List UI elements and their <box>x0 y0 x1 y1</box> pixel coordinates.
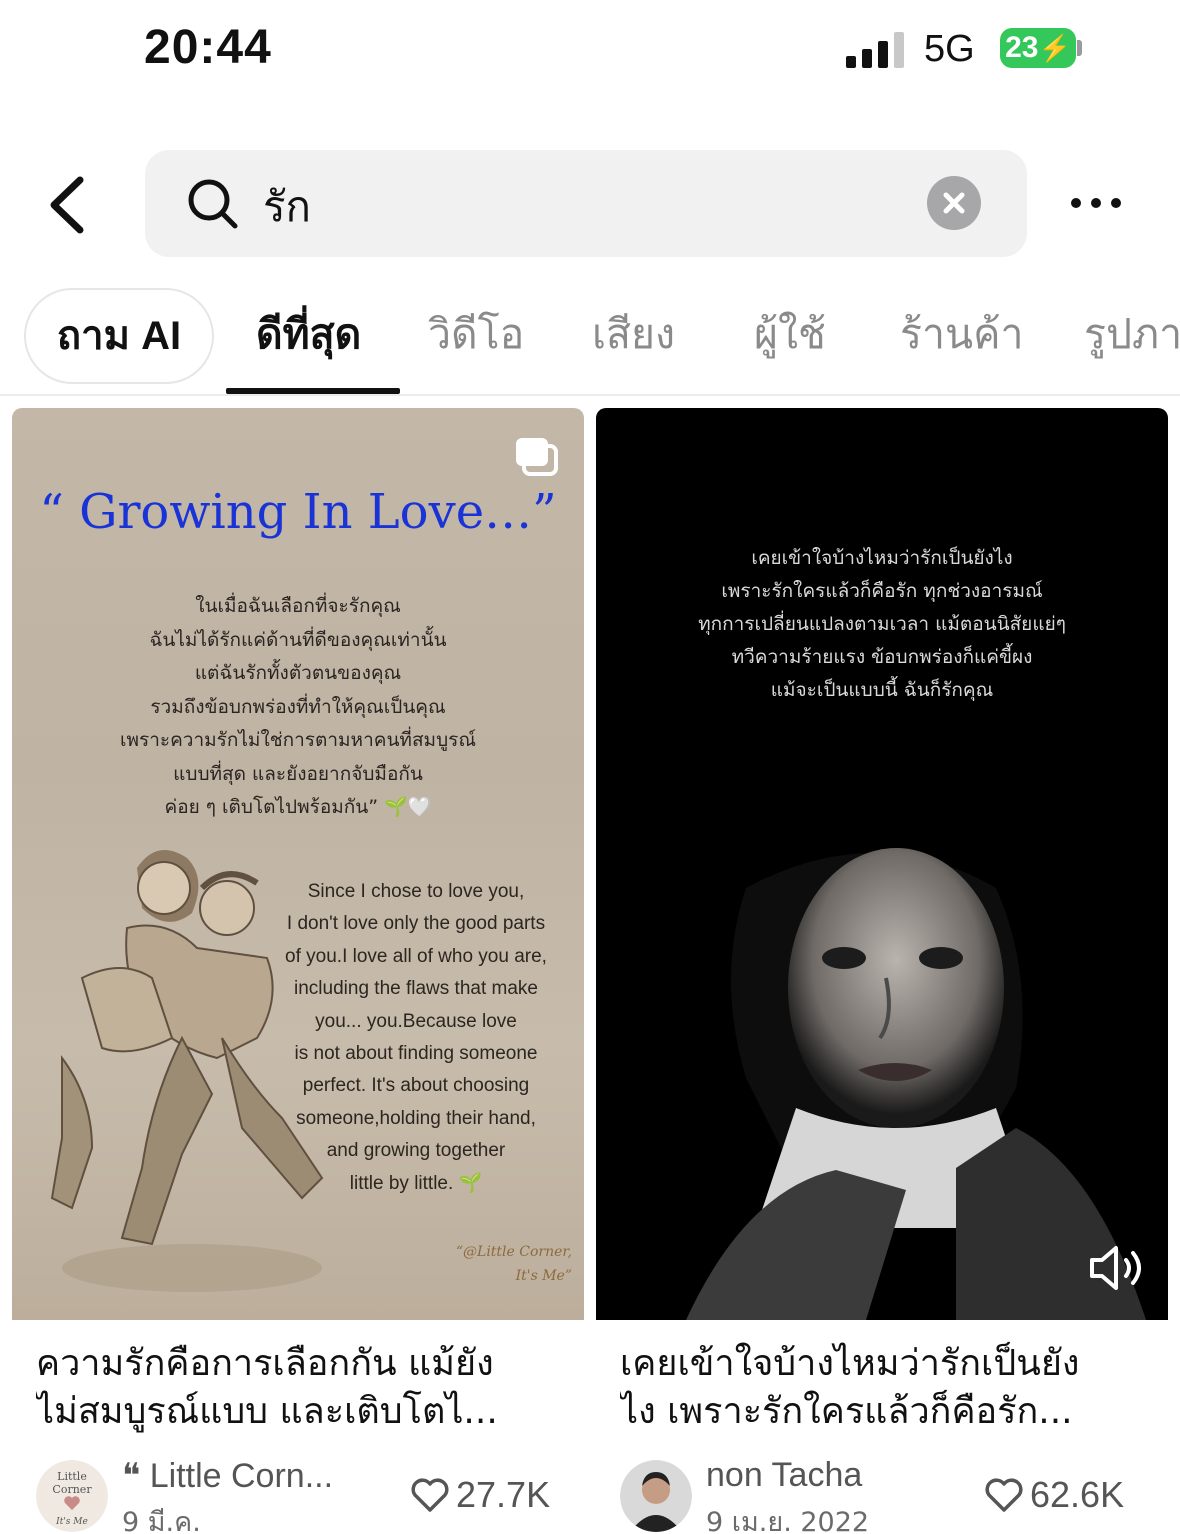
more-dots-icon <box>1071 198 1121 208</box>
tab-shop[interactable]: ร้านค้า <box>900 302 1024 367</box>
result-card[interactable]: “ Growing In Love…” ในเมื่อฉันเลือกที่จะ… <box>12 408 584 1534</box>
signal-icon <box>846 30 906 68</box>
avatar-text: It's Me <box>55 1517 88 1527</box>
battery-level: 23 <box>1005 31 1039 64</box>
text-line: เพราะความรักไม่ใช่การตามหาคนที่สมบูรณ์ <box>120 729 476 751</box>
post-thumbnail[interactable]: เคยเข้าใจบ้างไหมว่ารักเป็นยังไง เพราะรัก… <box>596 408 1168 1320</box>
avatar-text: Corner <box>52 1483 92 1496</box>
text-line: Since I chose to love you, <box>307 881 525 902</box>
text-line: someone,holding their hand, <box>296 1107 536 1129</box>
woman-portrait-image <box>686 848 1146 1320</box>
author-name[interactable]: ❝ Little Corn... <box>122 1456 333 1496</box>
post-date: 9 มี.ค. <box>122 1507 201 1534</box>
search-bar[interactable]: รัก <box>145 150 1027 257</box>
text-line: I don't love only the good parts <box>286 913 546 935</box>
text-line: รวมถึงข้อบกพร่องที่ทำให้คุณเป็นคุณ <box>150 695 446 718</box>
avatar[interactable] <box>620 1460 692 1532</box>
status-bar: 20:44 5G 23⚡ <box>0 0 1180 100</box>
title-line: ไง เพราะรักใครแล้วก็คือรัก... <box>620 1391 1073 1432</box>
text-line: ทุกการเปลี่ยนแปลงตามเวลา แม้ตอนนิสัยแย่ๆ <box>698 613 1066 635</box>
active-tab-indicator <box>226 388 400 394</box>
text-line: ฉันไม่ได้รักแค่ด้านที่ดีของคุณเท่านั้น <box>149 628 447 651</box>
post-thumbnail[interactable]: “ Growing In Love…” ในเมื่อฉันเลือกที่จะ… <box>12 408 584 1320</box>
avatar-text: Little <box>57 1470 87 1483</box>
thumbnail-thai-text: เคยเข้าใจบ้างไหมว่ารักเป็นยังไง เพราะรัก… <box>596 542 1168 707</box>
title-line: เคยเข้าใจบ้างไหมว่ารักเป็นยัง <box>620 1343 1080 1384</box>
text-line: of you.I love all of who you are, <box>285 945 547 967</box>
text-line: เคยเข้าใจบ้างไหมว่ารักเป็นยังไง <box>751 547 1013 569</box>
thumbnail-title: “ Growing In Love…” <box>39 484 557 540</box>
credit-line: It's Me” <box>515 1268 572 1284</box>
tab-top[interactable]: ดีที่สุด <box>256 302 361 367</box>
avatar[interactable]: Little Corner It's Me <box>36 1460 108 1532</box>
credit-line: “@Little Corner, <box>455 1244 572 1260</box>
like-count: 27.7K <box>456 1474 551 1515</box>
search-tabs: ถาม AI ดีที่สุด วิดีโอ เสียง ผู้ใช้ ร้าน… <box>0 288 1180 396</box>
battery-icon: 23⚡ <box>1000 28 1076 68</box>
text-line: เพราะรักใครแล้วก็คือรัก ทุกช่วงอารมณ์ <box>721 580 1043 602</box>
text-line: แบบที่สุด และยังอยากจับมือกัน <box>173 762 423 785</box>
search-icon <box>188 179 238 229</box>
tab-users[interactable]: ผู้ใช้ <box>754 302 826 367</box>
close-icon <box>943 192 965 214</box>
user-photo-avatar <box>620 1460 692 1532</box>
chevron-left-icon <box>50 176 84 234</box>
tab-photos[interactable]: รูปภาพ <box>1084 302 1180 367</box>
text-line: ทวีความร้ายแรง ข้อบกพร่องก็แค่ขี้ผง <box>731 646 1033 668</box>
text-line: little by little. 🌱 <box>349 1172 483 1194</box>
title-line: ไม่สมบูรณ์แบบ และเติบโตไ... <box>36 1391 498 1432</box>
text-line: is not about finding someone <box>294 1043 538 1065</box>
result-card[interactable]: เคยเข้าใจบ้างไหมว่ารักเป็นยังไง เพราะรัก… <box>596 408 1168 1534</box>
like-count: 62.6K <box>1030 1474 1125 1515</box>
heart-icon <box>985 1478 1023 1512</box>
text-line: including the flaws that make <box>294 978 538 1000</box>
thumbnail-thai-text: ในเมื่อฉันเลือกที่จะรักคุณ ฉันไม่ได้รักแ… <box>12 590 584 825</box>
text-line: แม้จะเป็นแบบนี้ ฉันก็รักคุณ <box>770 679 994 701</box>
post-date: 9 เม.ย. 2022 <box>706 1507 870 1534</box>
tab-sounds[interactable]: เสียง <box>592 302 675 367</box>
post-title[interactable]: ความรักคือการเลือกกัน แม้ยัง ไม่สมบูรณ์แ… <box>36 1340 566 1436</box>
text-line: ในเมื่อฉันเลือกที่จะรักคุณ <box>195 595 401 617</box>
text-line: and growing together <box>326 1140 506 1162</box>
text-line: แต่ฉันรักทั้งตัวตนของคุณ <box>194 662 402 684</box>
clear-search-button[interactable] <box>927 176 981 230</box>
thumbnail-english-text: Since I chose to love you, I don't love … <box>248 876 584 1200</box>
more-options-button[interactable] <box>1066 185 1126 221</box>
heart-icon <box>411 1478 449 1512</box>
like-button[interactable]: 62.6K <box>984 1474 1124 1516</box>
thumbnail-credit: “@Little Corner, It's Me” <box>412 1240 572 1288</box>
post-title[interactable]: เคยเข้าใจบ้างไหมว่ารักเป็นยัง ไง เพราะรั… <box>620 1340 1150 1436</box>
little-corner-logo: Little Corner It's Me <box>36 1460 108 1532</box>
author-name[interactable]: non Tacha <box>706 1456 862 1495</box>
text-line: you... you.Because love <box>315 1010 517 1032</box>
ask-ai-button[interactable]: ถาม AI <box>24 288 214 384</box>
search-input[interactable]: รัก <box>263 174 311 240</box>
like-button[interactable]: 27.7K <box>410 1474 550 1516</box>
tab-videos[interactable]: วิดีโอ <box>428 302 524 367</box>
multi-image-icon <box>516 438 558 476</box>
text-line: perfect. It's about choosing <box>302 1075 530 1097</box>
title-line: ความรักคือการเลือกกัน แม้ยัง <box>36 1343 494 1384</box>
speaker-icon[interactable] <box>1086 1244 1146 1292</box>
network-label: 5G <box>924 28 975 70</box>
status-time: 20:44 <box>144 21 272 74</box>
text-line: ค่อย ๆ เติบโตไปพร้อมกัน” 🌱🤍 <box>164 796 432 818</box>
back-button[interactable] <box>40 170 100 240</box>
battery-tip <box>1077 40 1082 56</box>
